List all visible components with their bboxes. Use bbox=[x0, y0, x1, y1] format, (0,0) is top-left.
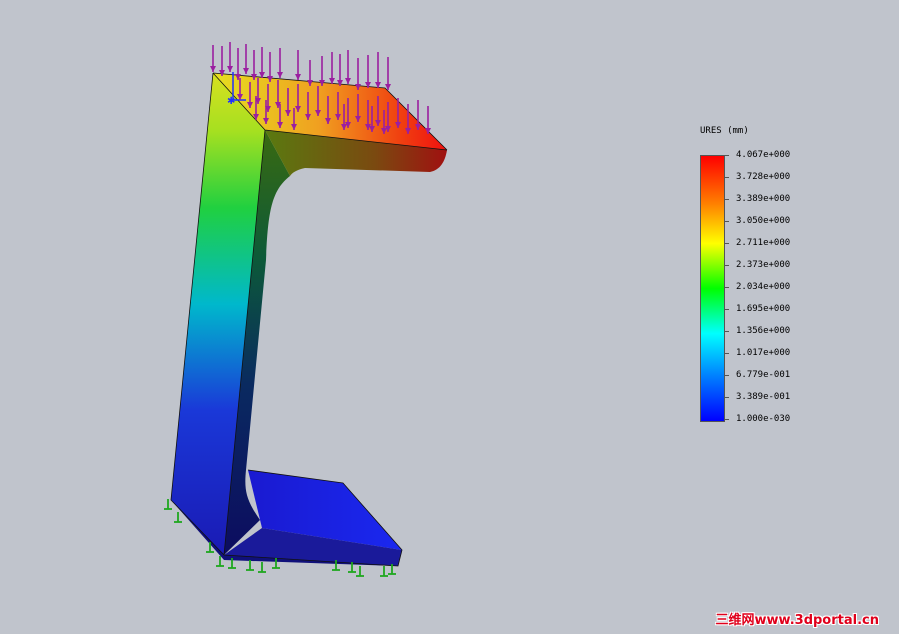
legend-tick bbox=[725, 177, 729, 178]
legend-tick bbox=[725, 419, 729, 420]
svg-text:✱: ✱ bbox=[227, 96, 235, 107]
legend-tick bbox=[725, 265, 729, 266]
legend-value-label: 6.779e-001 bbox=[736, 370, 791, 380]
legend-value-label: 1.695e+000 bbox=[736, 304, 791, 314]
load-arrow-head bbox=[210, 66, 216, 72]
legend-title: URES (mm) bbox=[700, 126, 749, 136]
legend-tick bbox=[725, 331, 729, 332]
load-arrow-head bbox=[243, 68, 249, 74]
legend-value-label: 3.728e+000 bbox=[736, 172, 791, 182]
load-arrow-head bbox=[295, 74, 301, 80]
legend-value-label: 2.373e+000 bbox=[736, 260, 791, 270]
load-arrow-head bbox=[227, 66, 233, 72]
legend-tick bbox=[725, 199, 729, 200]
legend-tick bbox=[725, 309, 729, 310]
legend-color-bar bbox=[700, 155, 725, 422]
legend-value-label: 3.050e+000 bbox=[736, 216, 791, 226]
model-viewport[interactable]: ✱ bbox=[0, 0, 899, 634]
legend-tick bbox=[725, 375, 729, 376]
legend-value-label: 1.017e+000 bbox=[736, 348, 791, 358]
legend-value-label: 3.389e-001 bbox=[736, 392, 791, 402]
load-arrow-head bbox=[345, 78, 351, 84]
watermark-text: 三维网www.3dportal.cn bbox=[715, 613, 879, 628]
load-arrow-head bbox=[277, 72, 283, 78]
legend-tick bbox=[725, 353, 729, 354]
legend-value-label: 1.000e-030 bbox=[736, 414, 791, 424]
legend-value-label: 4.067e+000 bbox=[736, 150, 791, 160]
legend-value-label: 2.034e+000 bbox=[736, 282, 791, 292]
legend-tick bbox=[725, 243, 729, 244]
legend-tick bbox=[725, 287, 729, 288]
legend-tick bbox=[725, 155, 729, 156]
legend-value-label: 1.356e+000 bbox=[736, 326, 791, 336]
legend-tick bbox=[725, 397, 729, 398]
legend-tick bbox=[725, 221, 729, 222]
legend-value-label: 3.389e+000 bbox=[736, 194, 791, 204]
channel-beam-model[interactable] bbox=[170, 72, 448, 567]
legend-value-label: 2.711e+000 bbox=[736, 238, 791, 248]
